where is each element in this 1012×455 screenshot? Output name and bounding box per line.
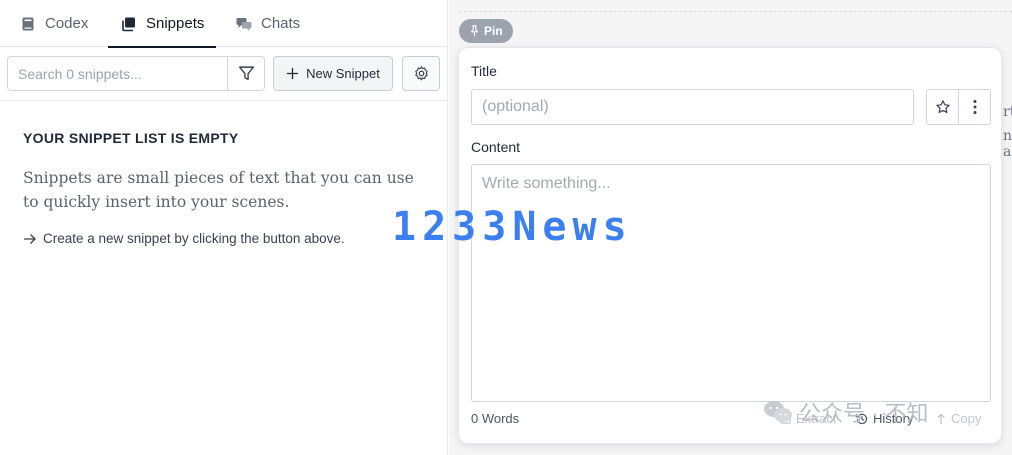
title-input[interactable] [471,89,914,125]
wechat-watermark: 公众号 · 不知 [763,396,929,428]
pin-icon [470,25,479,37]
pin-button[interactable]: Pin [459,19,513,43]
word-count: 0 Words [471,411,520,426]
empty-state-description: Snippets are small pieces of text that y… [23,169,414,211]
star-icon [935,100,950,114]
drop-zone-divider [459,11,1012,12]
tab-chats-label: Chats [261,15,301,32]
pin-label: Pin [484,24,503,38]
copy-label: Copy [951,411,982,426]
search-box [7,56,265,91]
search-input[interactable] [8,57,227,90]
tab-codex-label: Codex [45,15,89,32]
background-text-line: rt [1003,104,1012,120]
filter-button[interactable] [227,57,264,90]
snippets-toolbar: New Snippet [0,47,448,101]
favorite-button[interactable] [927,90,959,124]
new-snippet-label: New Snippet [306,66,380,81]
empty-state-title: YOUR SNIPPET LIST IS EMPTY [23,130,239,146]
gear-icon [414,66,428,81]
copy-icon [937,413,945,425]
title-actions [926,89,991,125]
plus-icon [287,67,299,80]
snippets-panel: Codex Snippets Chats New Snippet YOUR SN… [0,0,448,455]
tab-chats[interactable]: Chats [236,0,300,47]
settings-button[interactable] [402,56,440,91]
empty-state-hint: Create a new snippet by clicking the but… [23,231,345,246]
title-label: Title [471,63,497,79]
tab-codex[interactable]: Codex [20,0,88,47]
empty-state-hint-text: Create a new snippet by clicking the but… [43,231,345,246]
wechat-icon [764,401,792,422]
copy-button[interactable]: Copy [935,411,981,426]
more-vertical-icon [973,100,976,114]
arrow-right-icon [24,233,36,244]
book-icon [22,17,34,30]
content-textarea[interactable] [471,164,991,402]
content-label: Content [471,139,521,155]
more-options-button[interactable] [959,90,990,124]
tab-snippets-label: Snippets [146,15,205,32]
panel-tabs: Codex Snippets Chats [0,0,448,48]
snippets-icon [122,17,135,31]
filter-icon [238,66,254,81]
background-text-line: n a [1003,128,1012,160]
chats-icon [236,17,252,31]
wechat-watermark-text: 公众号 · 不知 [799,401,929,426]
tab-snippets[interactable]: Snippets [108,0,216,48]
new-snippet-button[interactable]: New Snippet [273,56,393,91]
news-watermark-logo: 1233News [392,204,633,250]
